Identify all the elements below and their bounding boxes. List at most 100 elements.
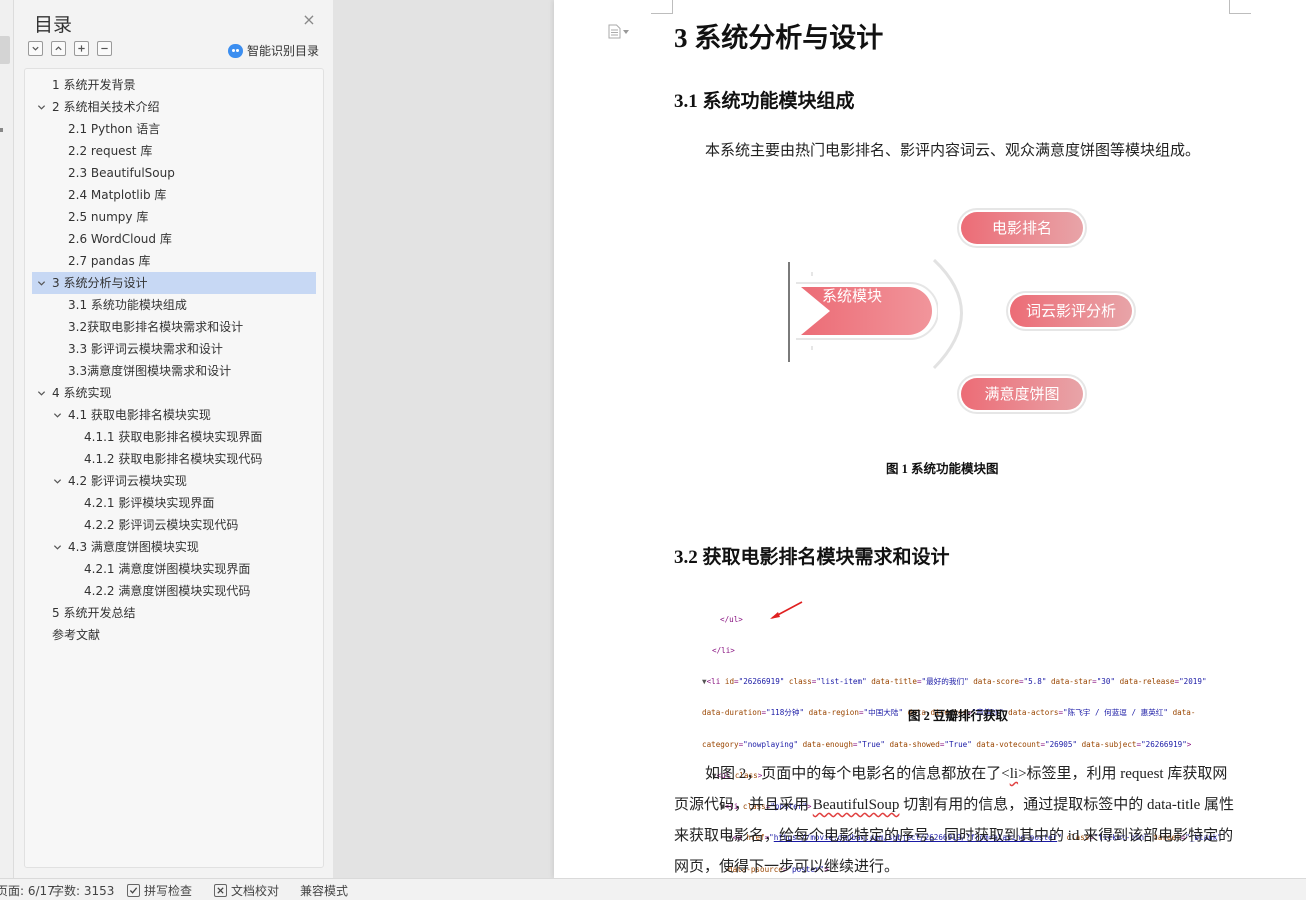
caret-down-icon	[623, 29, 629, 34]
toc-item-label: 2 系统相关技术介绍	[52, 100, 160, 114]
toc-item[interactable]: 4.2.2 影评词云模块实现代码	[32, 514, 316, 536]
chevron-down-icon[interactable]	[37, 103, 46, 112]
toc-item-label: 5 系统开发总结	[52, 606, 136, 620]
toc-item[interactable]: 2.1 Python 语言	[32, 118, 316, 140]
toc-item-label: 2.7 pandas 库	[68, 254, 151, 268]
smart-toc-button[interactable]: 智能识别目录	[228, 42, 319, 59]
code-line: category="nowplaying" data-enough="True"…	[702, 739, 1192, 749]
toc-item[interactable]: 2 系统相关技术介绍	[32, 96, 316, 118]
toc-item-label: 4.2.1 影评模块实现界面	[84, 496, 215, 510]
checkbox-icon	[127, 884, 140, 897]
toc-item-label: 4.2.1 满意度饼图模块实现界面	[84, 562, 251, 576]
toc-item-label: 4.1.1 获取电影排名模块实现界面	[84, 430, 263, 444]
toc-item-label: 2.5 numpy 库	[68, 210, 149, 224]
page-corner-mark-right	[1229, 0, 1251, 14]
cross-box-icon	[214, 884, 227, 897]
compat-mode: 兼容模式	[300, 884, 349, 898]
toc-item-label: 2.6 WordCloud 库	[68, 232, 172, 246]
code-line: ▼<li id="26266919" class="list-item" dat…	[702, 677, 1207, 687]
toc-item-label: 4.1 获取电影排名模块实现	[68, 408, 211, 422]
heading-3-2: 3.2 获取电影排名模块需求和设计	[674, 547, 950, 568]
toc-item[interactable]: 4.3 满意度饼图模块实现	[32, 536, 316, 558]
toc-item-label: 4.1.2 获取电影排名模块实现代码	[84, 452, 263, 466]
toc-item[interactable]: 2.5 numpy 库	[32, 206, 316, 228]
toc-item[interactable]: 4.1 获取电影排名模块实现	[32, 404, 316, 426]
toc-item[interactable]: 4.2.1 满意度饼图模块实现界面	[32, 558, 316, 580]
document-page: 3 系统分析与设计 3.1 系统功能模块组成 本系统主要由热门电影排名、影评内容…	[554, 0, 1306, 878]
toc-toolbar	[28, 41, 112, 57]
chevron-down-icon	[32, 46, 39, 51]
toc-item-label: 3.3 影评词云模块需求和设计	[68, 342, 223, 356]
remove-heading-button[interactable]	[97, 41, 112, 56]
toc-item[interactable]: 4.1.2 获取电影排名模块实现代码	[32, 448, 316, 470]
page-corner-mark-left	[651, 0, 673, 14]
chevron-down-icon[interactable]	[37, 279, 46, 288]
word-count[interactable]: 字数: 3153	[52, 882, 114, 899]
toc-item-label: 4.2 影评词云模块实现	[68, 474, 187, 488]
toc-item[interactable]: 参考文献	[32, 624, 316, 646]
toc-panel: 目录 × 智能识别目录 1 系统开发背景 2 系统相关技术介绍 2.1 Python…	[14, 0, 333, 878]
paragraph-2: 如图 2，页面中的每个电影名的信息都放在了<li>标签里，利用 request …	[674, 766, 1234, 875]
module-movie-ranking: 电影排名	[957, 208, 1087, 248]
toc-item-label: 2.1 Python 语言	[68, 122, 161, 136]
toc-item[interactable]: 2.7 pandas 库	[32, 250, 316, 272]
paragraph-1: 本系统主要由热门电影排名、影评内容词云、观众满意度饼图等模块组成。	[705, 143, 1201, 159]
minus-icon	[101, 47, 108, 50]
toc-item[interactable]: 3.3 影评词云模块需求和设计	[32, 338, 316, 360]
toc-item[interactable]: 2.6 WordCloud 库	[32, 228, 316, 250]
toc-item[interactable]: 4.1.1 获取电影排名模块实现界面	[32, 426, 316, 448]
toc-item-label: 2.3 BeautifulSoup	[68, 166, 175, 180]
doc-proofread-toggle[interactable]: 文档校对	[214, 882, 279, 899]
chevron-down-icon[interactable]	[53, 543, 62, 552]
toc-item-label: 4.3 满意度饼图模块实现	[68, 540, 199, 554]
heading-1: 3 系统分析与设计	[674, 23, 884, 53]
toc-item-label: 3 系统分析与设计	[52, 276, 148, 290]
heading-3-1: 3.1 系统功能模块组成	[674, 91, 855, 112]
chevron-down-icon[interactable]	[37, 389, 46, 398]
red-arrow-annotation	[770, 601, 803, 619]
add-heading-button[interactable]	[74, 41, 89, 56]
toc-item-label: 4.2.2 影评词云模块实现代码	[84, 518, 239, 532]
toc-item[interactable]: 2.3 BeautifulSoup	[32, 162, 316, 184]
html-source-screenshot: </ul> </li> ▼<li id="26266919" class="li…	[702, 594, 1242, 874]
chevron-down-icon[interactable]	[53, 411, 62, 420]
toc-item[interactable]: 4.2.1 影评模块实现界面	[32, 492, 316, 514]
chevron-up-icon	[55, 46, 62, 51]
toc-item-label: 3.1 系统功能模块组成	[68, 298, 187, 312]
toc-item[interactable]: 3 系统分析与设计	[32, 272, 316, 294]
chevron-down-icon[interactable]	[53, 477, 62, 486]
module-diagram: 系统模块 电影排名 词云影评分析 满意度饼图	[784, 200, 1144, 420]
toc-title: 目录	[34, 14, 73, 36]
toc-item[interactable]: 2.2 request 库	[32, 140, 316, 162]
page-count[interactable]: 页面: 6/17	[0, 882, 55, 899]
toc-item-label: 4.2.2 满意度饼图模块实现代码	[84, 584, 251, 598]
toc-item[interactable]: 3.1 系统功能模块组成	[32, 294, 316, 316]
toc-item[interactable]: 1 系统开发背景	[32, 74, 316, 96]
ai-robot-icon	[228, 43, 243, 58]
paragraph-menu-button[interactable]	[608, 24, 629, 39]
close-icon[interactable]: ×	[302, 12, 316, 28]
figure-2-caption: 图 2 豆瓣排行获取	[908, 709, 1009, 723]
toc-item-label: 参考文献	[52, 628, 101, 642]
toc-item-label: 2.2 request 库	[68, 144, 153, 158]
toc-item[interactable]: 4 系统实现	[32, 382, 316, 404]
collapse-all-button[interactable]	[51, 41, 66, 56]
toc-item-label: 1 系统开发背景	[52, 78, 136, 92]
toc-side-tab[interactable]	[0, 36, 10, 64]
toc-item-label: 3.3满意度饼图模块需求和设计	[68, 364, 232, 378]
toc-item[interactable]: 3.2获取电影排名模块需求和设计	[32, 316, 316, 338]
toc-item[interactable]: 4.2.2 满意度饼图模块实现代码	[32, 580, 316, 602]
toc-item[interactable]: 4.2 影评词云模块实现	[32, 470, 316, 492]
spell-check-toggle[interactable]: 拼写检查	[127, 882, 192, 899]
toc-item-label: 4 系统实现	[52, 386, 112, 400]
toc-item[interactable]: 2.4 Matplotlib 库	[32, 184, 316, 206]
plus-icon	[78, 45, 85, 52]
module-satisfaction-pie: 满意度饼图	[957, 374, 1087, 414]
toc-item[interactable]: 5 系统开发总结	[32, 602, 316, 624]
strip-marker	[0, 128, 3, 132]
system-module-node: 系统模块	[792, 281, 938, 341]
toc-item[interactable]: 3.3满意度饼图模块需求和设计	[32, 360, 316, 382]
expand-all-button[interactable]	[28, 41, 43, 56]
status-bar: 页面: 6/17 字数: 3153 拼写检查 文档校对 兼容模式	[0, 878, 1306, 900]
toc-item-label: 3.2获取电影排名模块需求和设计	[68, 320, 244, 334]
